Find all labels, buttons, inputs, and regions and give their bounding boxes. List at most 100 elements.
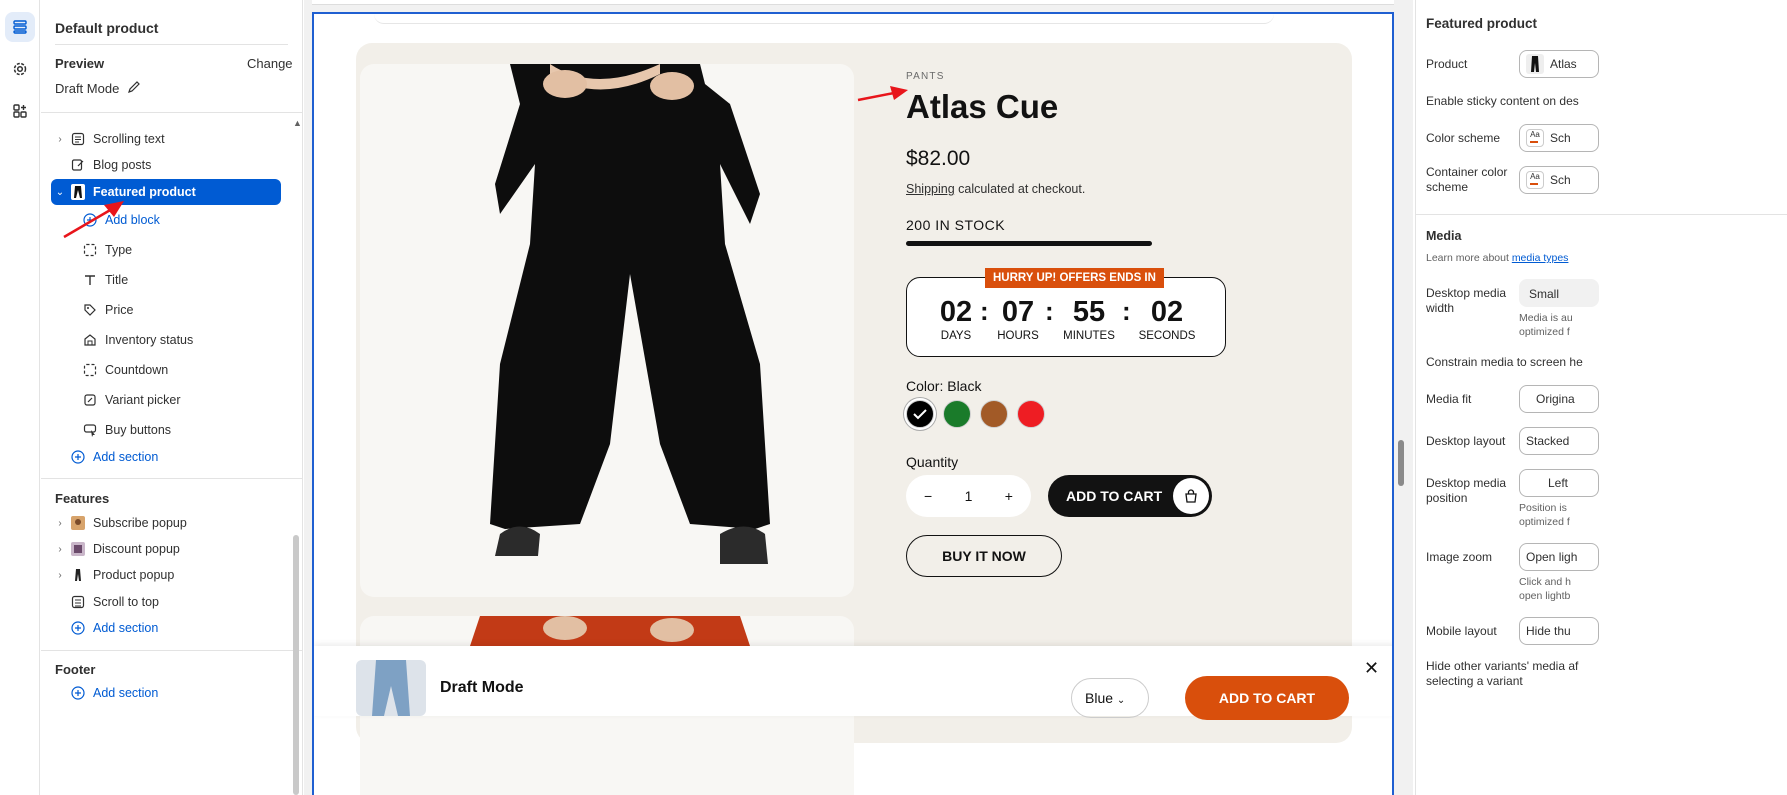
divider xyxy=(41,650,302,651)
block-label: Countdown xyxy=(105,363,169,377)
product-image-main[interactable] xyxy=(360,64,854,597)
pencil-icon[interactable] xyxy=(127,80,141,99)
sidebar-item-subscribe-popup[interactable]: › Subscribe popup xyxy=(51,510,281,536)
hide-variants-label: Hide other variants' media af selecting … xyxy=(1426,659,1579,688)
container-color-scheme-select[interactable]: Aa Sch xyxy=(1519,166,1599,194)
countdown-hours: 07 HOURS xyxy=(997,296,1039,342)
block-price[interactable]: Price xyxy=(81,297,302,323)
mobile-layout-select[interactable]: Hide thu xyxy=(1519,617,1599,645)
sidebar-scrollbar[interactable] xyxy=(293,535,299,795)
swatch-black[interactable] xyxy=(906,400,934,428)
product-thumbnail-icon xyxy=(1526,54,1544,74)
chevron-right-icon[interactable]: › xyxy=(51,570,69,581)
sidebar-item-discount-popup[interactable]: › Discount popup xyxy=(51,536,281,562)
apps-icon[interactable] xyxy=(5,96,35,126)
swatch-red[interactable] xyxy=(1017,400,1045,428)
dashed-square-icon xyxy=(81,361,99,379)
sidebar-item-scrolling-text[interactable]: › Scrolling text xyxy=(51,126,281,152)
color-scheme-icon: Aa xyxy=(1526,171,1544,189)
quantity-value[interactable]: 1 xyxy=(965,488,973,504)
plus-circle-icon xyxy=(81,211,99,229)
cursor-button-icon xyxy=(81,421,99,439)
chevron-right-icon[interactable]: › xyxy=(51,134,69,145)
quantity-minus-button[interactable]: − xyxy=(924,488,932,504)
preview-scrollbar[interactable] xyxy=(1398,440,1404,486)
quantity-label: Quantity xyxy=(906,454,959,470)
color-scheme-select[interactable]: Aa Sch xyxy=(1519,124,1599,152)
text-section-icon xyxy=(69,130,87,148)
block-type[interactable]: Type xyxy=(81,237,302,263)
sidebar-item-scroll-to-top[interactable]: Scroll to top xyxy=(51,589,281,615)
settings-gear-icon[interactable] xyxy=(5,54,35,84)
block-buy-buttons[interactable]: Buy buttons xyxy=(81,417,302,443)
sidebar-item-label: Subscribe popup xyxy=(93,516,187,530)
countdown-separator: : xyxy=(1045,296,1054,326)
desktop-layout-label: Desktop layout xyxy=(1426,434,1506,448)
product-picker[interactable]: Atlas xyxy=(1519,50,1599,78)
shipping-link[interactable]: Shipping xyxy=(906,182,955,196)
featured-product-section[interactable]: PANTS Atlas Cue $82.00 Shipping calculat… xyxy=(356,43,1352,795)
variant-picker-icon xyxy=(81,391,99,409)
check-icon xyxy=(913,409,927,420)
swatch-green[interactable] xyxy=(943,400,971,428)
icon-rail xyxy=(0,0,40,795)
media-fit-select[interactable]: Origina xyxy=(1519,385,1599,413)
sections-icon[interactable] xyxy=(5,12,35,42)
countdown-minutes: 55 MINUTES xyxy=(1063,296,1115,342)
settings-title: Featured product xyxy=(1426,16,1538,31)
preview-label: Preview xyxy=(55,56,105,71)
add-section-button[interactable]: Add section xyxy=(69,444,299,470)
chevron-right-icon[interactable]: › xyxy=(51,544,69,555)
media-types-link[interactable]: media types xyxy=(1512,252,1569,264)
sticky-product-thumbnail xyxy=(356,660,426,716)
sections-sidebar: Default product Preview Change Draft Mod… xyxy=(41,0,303,795)
sidebar-item-product-popup[interactable]: › Product popup xyxy=(51,562,281,588)
buy-it-now-button[interactable]: BUY IT NOW xyxy=(906,535,1062,577)
image-zoom-select[interactable]: Open ligh xyxy=(1519,543,1599,571)
add-to-cart-button[interactable]: ADD TO CART xyxy=(1048,475,1212,517)
quantity-plus-button[interactable]: + xyxy=(1005,488,1013,504)
add-section-button[interactable]: Add section xyxy=(69,680,299,706)
block-title[interactable]: Title xyxy=(81,267,302,293)
desktop-media-position-label: Desktop media position xyxy=(1426,476,1507,505)
scroll-up-arrow-icon[interactable]: ▲ xyxy=(293,118,302,128)
divider xyxy=(41,478,302,479)
inventory-status: 200 IN STOCK xyxy=(906,217,1006,233)
variant-select[interactable]: Blue ⌄ xyxy=(1071,678,1149,718)
add-block-label: Add block xyxy=(105,213,160,227)
page-title: Default product xyxy=(55,20,159,36)
add-section-label: Add section xyxy=(93,450,159,464)
sidebar-item-blog-posts[interactable]: Blog posts xyxy=(51,152,281,178)
stock-progress-bar xyxy=(906,241,1152,246)
inventory-icon xyxy=(81,331,99,349)
block-variant-picker[interactable]: Variant picker xyxy=(81,387,302,413)
desktop-layout-select[interactable]: Stacked xyxy=(1519,427,1599,455)
constrain-media-label: Constrain media to screen he xyxy=(1426,355,1583,369)
chevron-down-icon[interactable]: ⌄ xyxy=(51,187,69,198)
desktop-media-position-select[interactable]: Left xyxy=(1519,469,1599,497)
sidebar-item-label: Discount popup xyxy=(93,542,180,556)
add-block-button[interactable]: Add block xyxy=(81,207,302,233)
chevron-down-icon: ⌄ xyxy=(1116,695,1126,706)
preview-frame: PANTS Atlas Cue $82.00 Shipping calculat… xyxy=(312,12,1394,795)
image-zoom-label: Image zoom xyxy=(1426,550,1493,564)
draft-mode-label: Draft Mode xyxy=(55,81,120,96)
sidebar-item-label: Product popup xyxy=(93,568,175,582)
color-scheme-icon: Aa xyxy=(1526,129,1544,147)
block-label: Type xyxy=(105,243,133,257)
swatch-brown[interactable] xyxy=(980,400,1008,428)
close-icon[interactable]: ✕ xyxy=(1364,658,1379,679)
text-t-icon xyxy=(81,271,99,289)
add-to-cart-label: ADD TO CART xyxy=(1066,488,1163,504)
countdown-separator: : xyxy=(1122,296,1131,326)
block-countdown[interactable]: Countdown xyxy=(81,357,302,383)
media-width-segmented[interactable]: Small xyxy=(1519,279,1599,307)
chevron-right-icon[interactable]: › xyxy=(51,518,69,529)
price-tag-icon xyxy=(81,301,99,319)
block-inventory-status[interactable]: Inventory status xyxy=(81,327,302,353)
sidebar-item-featured-product[interactable]: ⌄ Featured product xyxy=(51,179,281,205)
settings-panel: Featured product Product Atlas Enable st… xyxy=(1415,0,1787,795)
add-section-button[interactable]: Add section xyxy=(69,615,299,641)
sticky-add-to-cart-button[interactable]: ADD TO CART xyxy=(1185,676,1349,720)
change-preview-link[interactable]: Change xyxy=(247,56,293,71)
